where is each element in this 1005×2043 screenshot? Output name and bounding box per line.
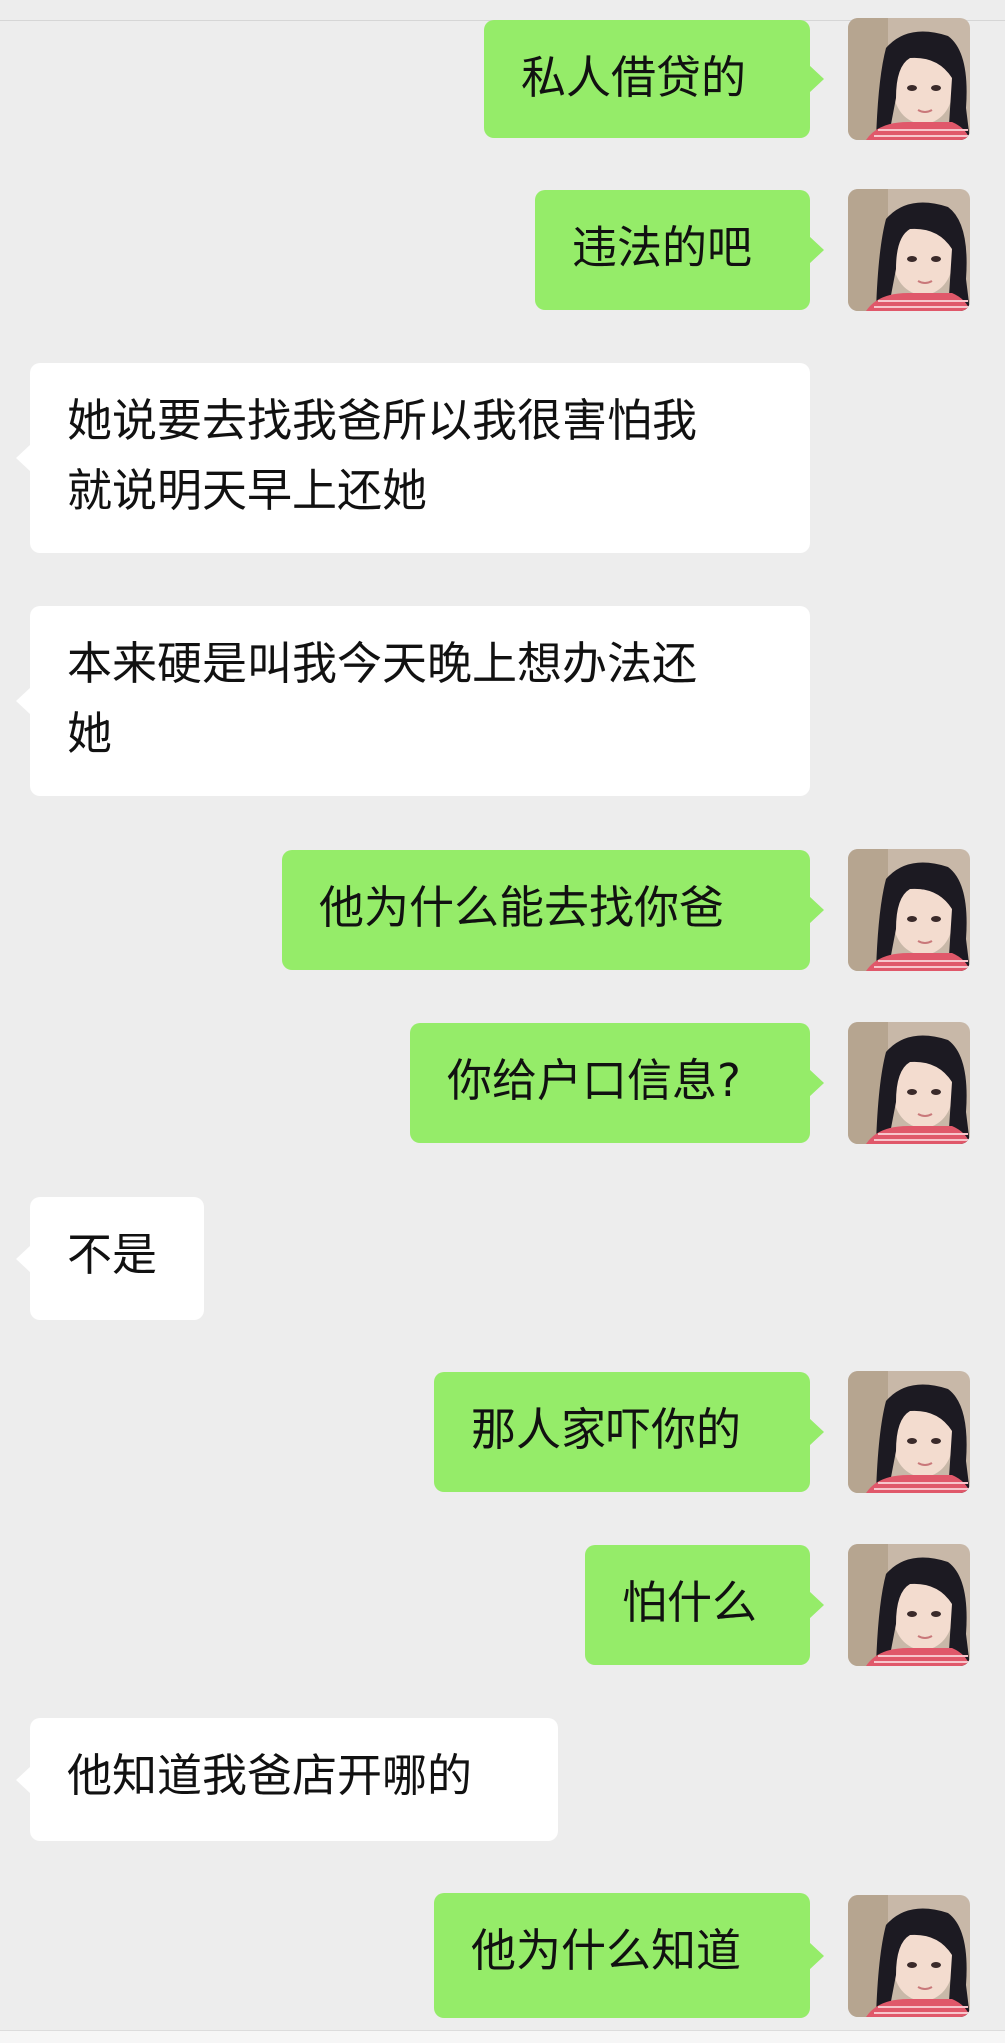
message-row-out: 你给户口信息? [0, 1022, 1005, 1144]
incoming-message-bubble[interactable]: 不是 [16, 1197, 204, 1320]
input-bar-edge [0, 2030, 1005, 2043]
outgoing-message-bubble[interactable]: 你给户口信息? [410, 1023, 824, 1143]
message-row-out: 违法的吧 [0, 189, 1005, 311]
outgoing-message-bubble[interactable]: 违法的吧 [535, 190, 824, 310]
outgoing-message-bubble[interactable]: 怕什么 [585, 1545, 824, 1665]
user-avatar-icon[interactable] [848, 1371, 970, 1493]
outgoing-message-bubble[interactable]: 他为什么能去找你爸 [282, 850, 824, 970]
message-row-out: 私人借贷的 [0, 18, 1005, 140]
outgoing-message-bubble[interactable]: 私人借贷的 [484, 20, 824, 138]
incoming-message-bubble[interactable]: 她说要去找我爸所以我很害怕我 就说明天早上还她 [16, 363, 810, 553]
user-avatar-icon[interactable] [848, 849, 970, 971]
incoming-message-bubble[interactable]: 他知道我爸店开哪的 [16, 1718, 558, 1841]
user-avatar-icon[interactable] [848, 1022, 970, 1144]
user-avatar-icon[interactable] [848, 1895, 970, 2017]
message-row-out: 那人家吓你的 [0, 1371, 1005, 1493]
incoming-message-bubble[interactable]: 本来硬是叫我今天晚上想办法还 她 [16, 606, 810, 796]
message-row-out: 他为什么能去找你爸 [0, 849, 1005, 971]
user-avatar-icon[interactable] [848, 18, 970, 140]
user-avatar-icon[interactable] [848, 1544, 970, 1666]
message-row-in: 他知道我爸店开哪的 [0, 1718, 1005, 1841]
message-row-out: 怕什么 [0, 1544, 1005, 1666]
message-row-in: 她说要去找我爸所以我很害怕我 就说明天早上还她 [0, 363, 1005, 553]
message-row-out: 他为什么知道 [0, 1893, 1005, 2018]
message-row-in: 本来硬是叫我今天晚上想办法还 她 [0, 606, 1005, 796]
outgoing-message-bubble[interactable]: 他为什么知道 [434, 1893, 824, 2018]
outgoing-message-bubble[interactable]: 那人家吓你的 [434, 1372, 824, 1492]
user-avatar-icon[interactable] [848, 189, 970, 311]
message-row-in: 不是 [0, 1197, 1005, 1320]
